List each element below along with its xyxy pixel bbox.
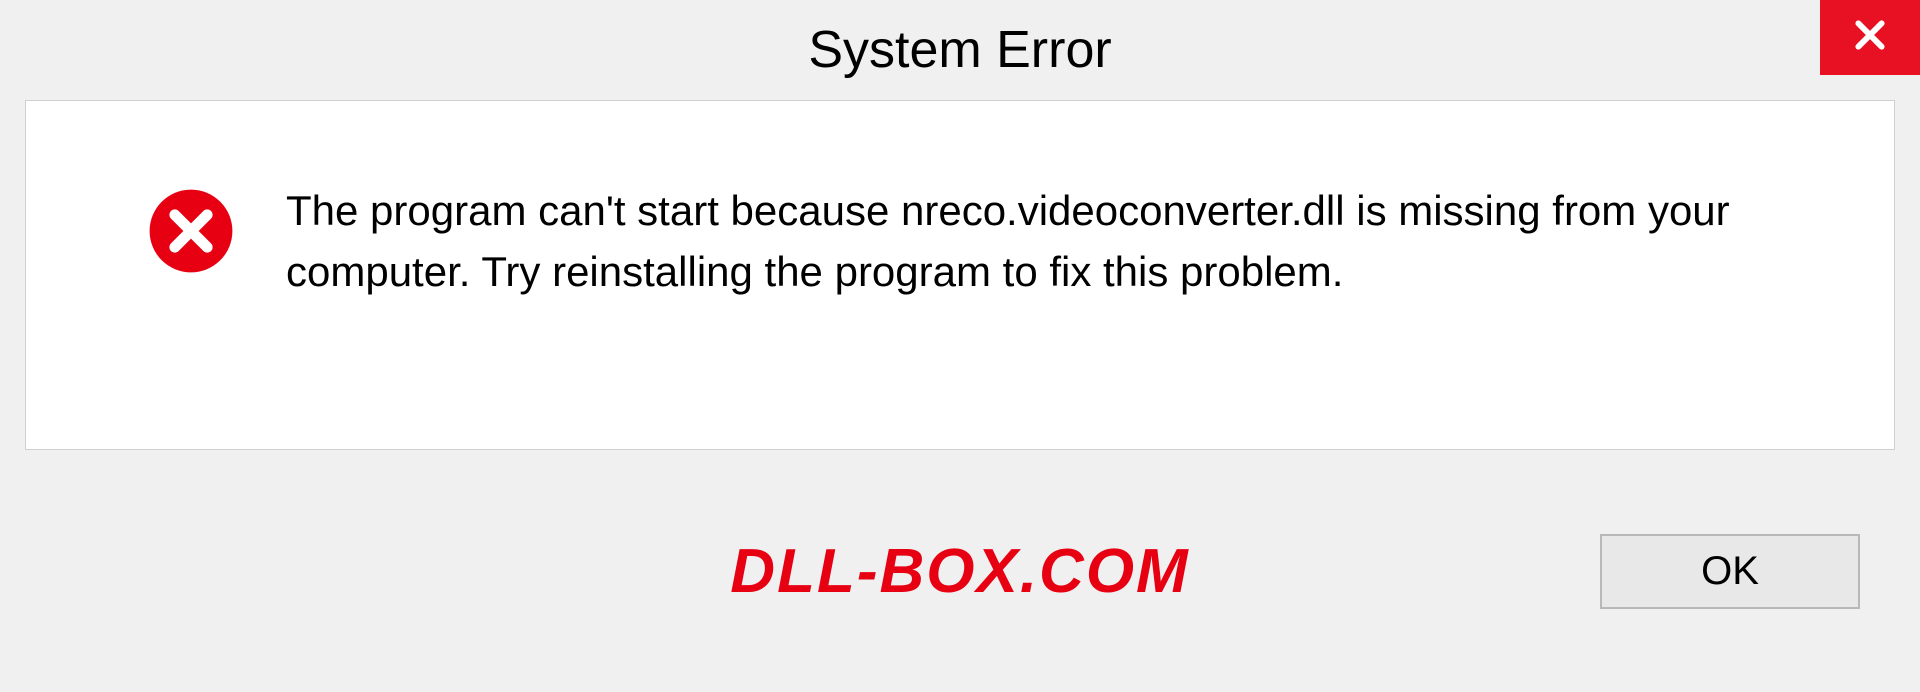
ok-button-label: OK (1701, 549, 1759, 594)
error-message: The program can't start because nreco.vi… (286, 181, 1814, 303)
ok-button[interactable]: OK (1600, 534, 1860, 609)
watermark-text: DLL-BOX.COM (730, 536, 1189, 607)
dialog-title: System Error (808, 20, 1111, 80)
close-icon (1850, 15, 1890, 60)
dialog-titlebar: System Error (0, 0, 1920, 100)
dialog-footer: DLL-BOX.COM OK (0, 450, 1920, 692)
error-icon (146, 186, 236, 276)
close-button[interactable] (1820, 0, 1920, 75)
dialog-content: The program can't start because nreco.vi… (25, 100, 1895, 450)
